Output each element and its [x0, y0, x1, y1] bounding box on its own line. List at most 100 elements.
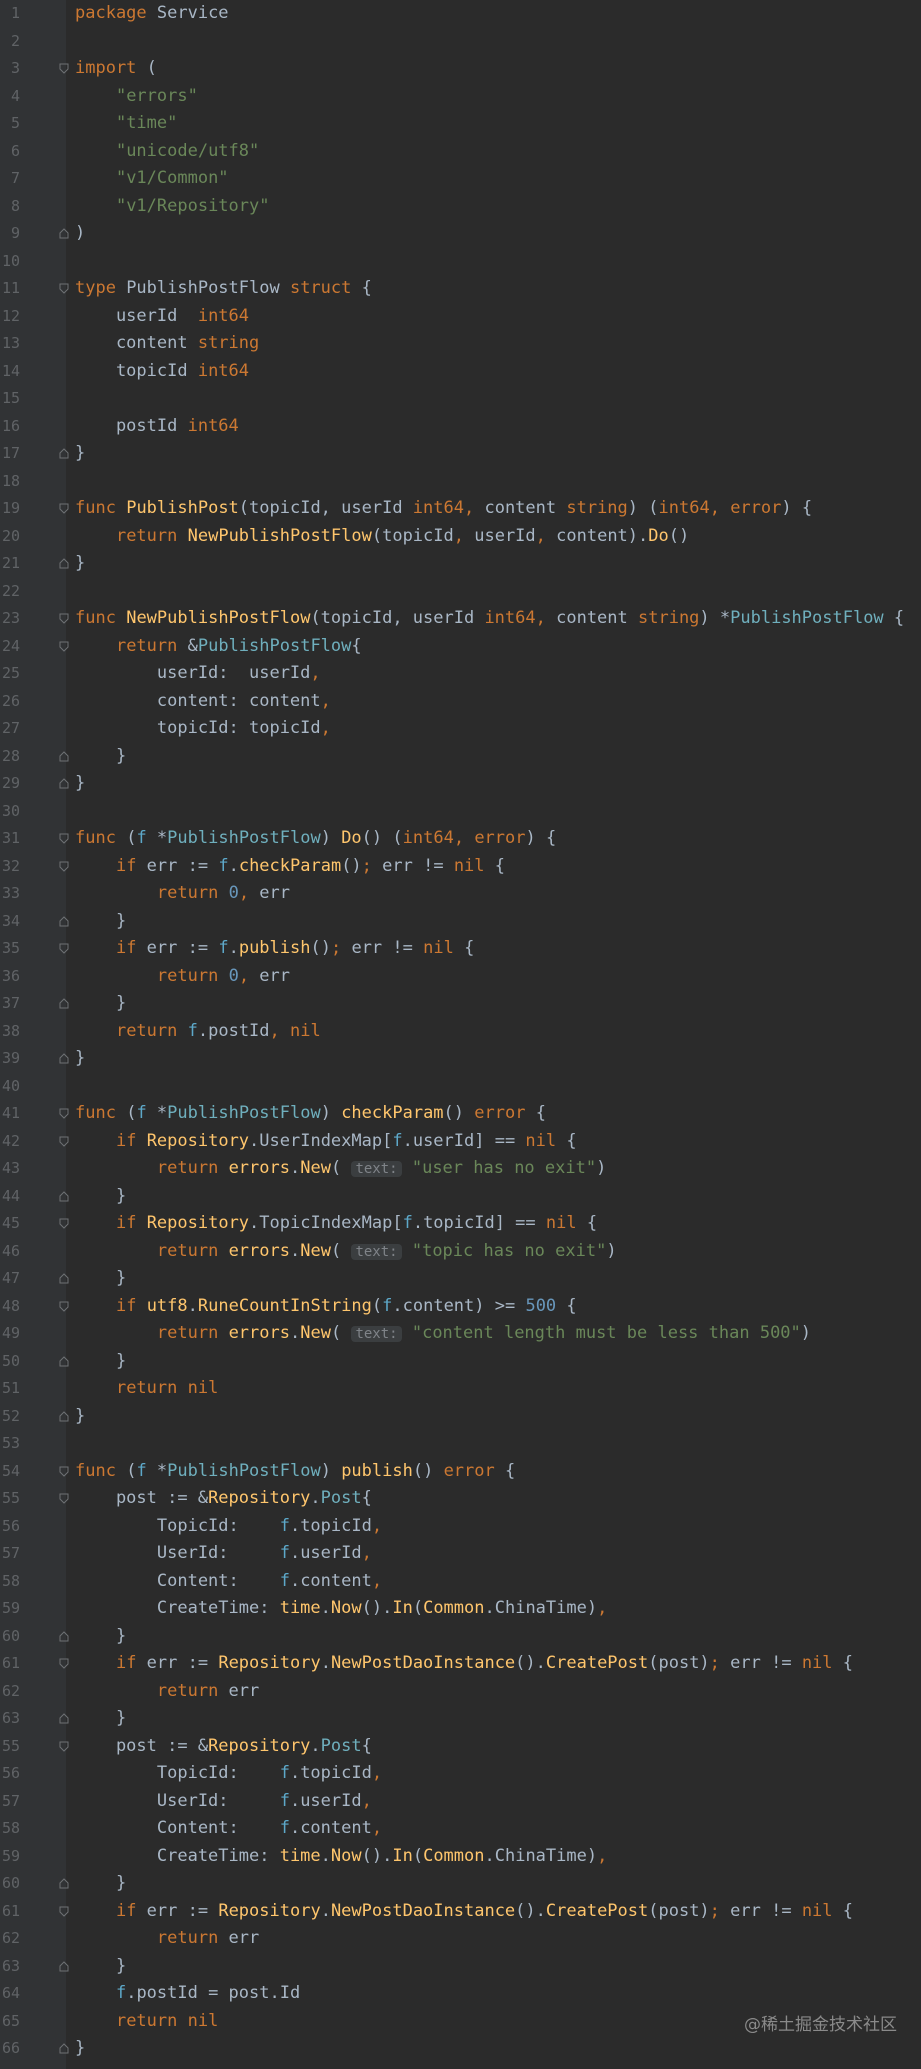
code-line[interactable]: 58 Content: f.content,	[0, 1815, 921, 1843]
fold-close-icon[interactable]	[59, 1410, 69, 1422]
fold-open-icon[interactable]	[59, 613, 69, 624]
line-number[interactable]: 47	[0, 1265, 20, 1293]
code-line[interactable]: 47 }	[0, 1265, 921, 1293]
line-number[interactable]: 12	[0, 303, 20, 331]
code-line[interactable]: 55 post := &Repository.Post{	[0, 1733, 921, 1761]
line-number[interactable]: 55	[0, 1733, 20, 1761]
code-line[interactable]: 6 "unicode/utf8"	[0, 138, 921, 166]
code-text[interactable]: func (f *PublishPostFlow) publish() erro…	[75, 1458, 515, 1486]
fold-open-icon[interactable]	[59, 63, 69, 74]
code-line[interactable]: 50 }	[0, 1348, 921, 1376]
fold-close-icon[interactable]	[59, 915, 69, 927]
code-text[interactable]: userId int64	[75, 303, 249, 331]
code-text[interactable]: }	[75, 1403, 85, 1431]
fold-open-icon[interactable]	[59, 641, 69, 652]
code-line[interactable]: 18	[0, 468, 921, 496]
code-text[interactable]: }	[75, 770, 85, 798]
code-line[interactable]: 21}	[0, 550, 921, 578]
line-number[interactable]: 7	[0, 165, 20, 193]
line-number[interactable]: 48	[0, 1293, 20, 1321]
code-line[interactable]: 4 "errors"	[0, 83, 921, 111]
line-number[interactable]: 22	[0, 578, 20, 606]
code-text[interactable]: post := &Repository.Post{	[75, 1733, 372, 1761]
code-text[interactable]: }	[75, 1183, 126, 1211]
code-line[interactable]: 22	[0, 578, 921, 606]
line-number[interactable]: 56	[0, 1760, 20, 1788]
code-line[interactable]: 33 return 0, err	[0, 880, 921, 908]
code-text[interactable]: if err := Repository.NewPostDaoInstance(…	[75, 1898, 853, 1926]
code-line[interactable]: 48 if utf8.RuneCountInString(f.content) …	[0, 1293, 921, 1321]
code-text[interactable]: topicId int64	[75, 358, 249, 386]
code-line[interactable]: 56 TopicId: f.topicId,	[0, 1760, 921, 1788]
code-text[interactable]: TopicId: f.topicId,	[75, 1513, 382, 1541]
line-number[interactable]: 59	[0, 1595, 20, 1623]
code-text[interactable]: UserId: f.userId,	[75, 1788, 372, 1816]
code-text[interactable]: return errors.New( text: "content length…	[75, 1320, 811, 1349]
line-number[interactable]: 15	[0, 385, 20, 413]
code-line[interactable]: 62 return err	[0, 1925, 921, 1953]
code-line[interactable]: 37 }	[0, 990, 921, 1018]
code-line[interactable]: 14 topicId int64	[0, 358, 921, 386]
fold-open-icon[interactable]	[59, 833, 69, 844]
fold-open-icon[interactable]	[59, 1466, 69, 1477]
fold-close-icon[interactable]	[59, 998, 69, 1009]
line-number[interactable]: 11	[0, 275, 20, 303]
code-line[interactable]: 10	[0, 248, 921, 276]
code-line[interactable]: 20 return NewPublishPostFlow(topicId, us…	[0, 523, 921, 551]
code-line[interactable]: 61 if err := Repository.NewPostDaoInstan…	[0, 1650, 921, 1678]
code-text[interactable]: import (	[75, 55, 157, 83]
line-number[interactable]: 61	[0, 1898, 20, 1926]
code-text[interactable]: package Service	[75, 0, 229, 28]
code-text[interactable]: "v1/Repository"	[75, 193, 270, 221]
line-number[interactable]: 57	[0, 1540, 20, 1568]
code-line[interactable]: 35 if err := f.publish(); err != nil {	[0, 935, 921, 963]
fold-open-icon[interactable]	[59, 1301, 69, 1312]
line-number[interactable]: 25	[0, 660, 20, 688]
code-line[interactable]: 63 }	[0, 1705, 921, 1733]
fold-close-icon[interactable]	[59, 1878, 69, 1889]
code-text[interactable]: if Repository.TopicIndexMap[f.topicId] =…	[75, 1210, 597, 1238]
code-line[interactable]: 29}	[0, 770, 921, 798]
fold-open-icon[interactable]	[59, 1658, 69, 1669]
fold-close-icon[interactable]	[59, 1630, 69, 1642]
code-line[interactable]: 38 return f.postId, nil	[0, 1018, 921, 1046]
code-line[interactable]: 53	[0, 1430, 921, 1458]
fold-open-icon[interactable]	[59, 861, 69, 872]
code-text[interactable]: content: content,	[75, 688, 331, 716]
fold-close-icon[interactable]	[59, 778, 69, 789]
fold-open-icon[interactable]	[59, 1906, 69, 1917]
fold-open-icon[interactable]	[59, 1136, 69, 1147]
code-line[interactable]: 36 return 0, err	[0, 963, 921, 991]
code-text[interactable]: type PublishPostFlow struct {	[75, 275, 372, 303]
fold-close-icon[interactable]	[59, 448, 69, 459]
code-text[interactable]: }	[75, 1953, 126, 1981]
line-number[interactable]: 58	[0, 1815, 20, 1843]
line-number[interactable]: 36	[0, 963, 20, 991]
line-number[interactable]: 63	[0, 1705, 20, 1733]
line-number[interactable]: 17	[0, 440, 20, 468]
line-number[interactable]: 37	[0, 990, 20, 1018]
line-number[interactable]: 45	[0, 1210, 20, 1238]
code-text[interactable]: if err := f.publish(); err != nil {	[75, 935, 474, 963]
line-number[interactable]: 40	[0, 1073, 20, 1101]
code-text[interactable]: }	[75, 1623, 126, 1651]
code-line[interactable]: 12 userId int64	[0, 303, 921, 331]
code-line[interactable]: 62 return err	[0, 1678, 921, 1706]
code-text[interactable]: return nil	[75, 2008, 218, 2036]
code-line[interactable]: 5 "time"	[0, 110, 921, 138]
code-text[interactable]: CreateTime: time.Now().In(Common.ChinaTi…	[75, 1843, 607, 1871]
code-text[interactable]: "time"	[75, 110, 177, 138]
code-text[interactable]: return NewPublishPostFlow(topicId, userI…	[75, 523, 689, 551]
line-number[interactable]: 39	[0, 1045, 20, 1073]
code-text[interactable]: TopicId: f.topicId,	[75, 1760, 382, 1788]
fold-close-icon[interactable]	[59, 750, 69, 762]
line-number[interactable]: 54	[0, 1458, 20, 1486]
code-text[interactable]: content string	[75, 330, 259, 358]
line-number[interactable]: 10	[0, 248, 20, 276]
line-number[interactable]: 6	[0, 138, 20, 166]
fold-close-icon[interactable]	[59, 1190, 69, 1202]
code-line[interactable]: 24 return &PublishPostFlow{	[0, 633, 921, 661]
code-text[interactable]: return err	[75, 1678, 259, 1706]
code-line[interactable]: 58 Content: f.content,	[0, 1568, 921, 1596]
code-line[interactable]: 45 if Repository.TopicIndexMap[f.topicId…	[0, 1210, 921, 1238]
